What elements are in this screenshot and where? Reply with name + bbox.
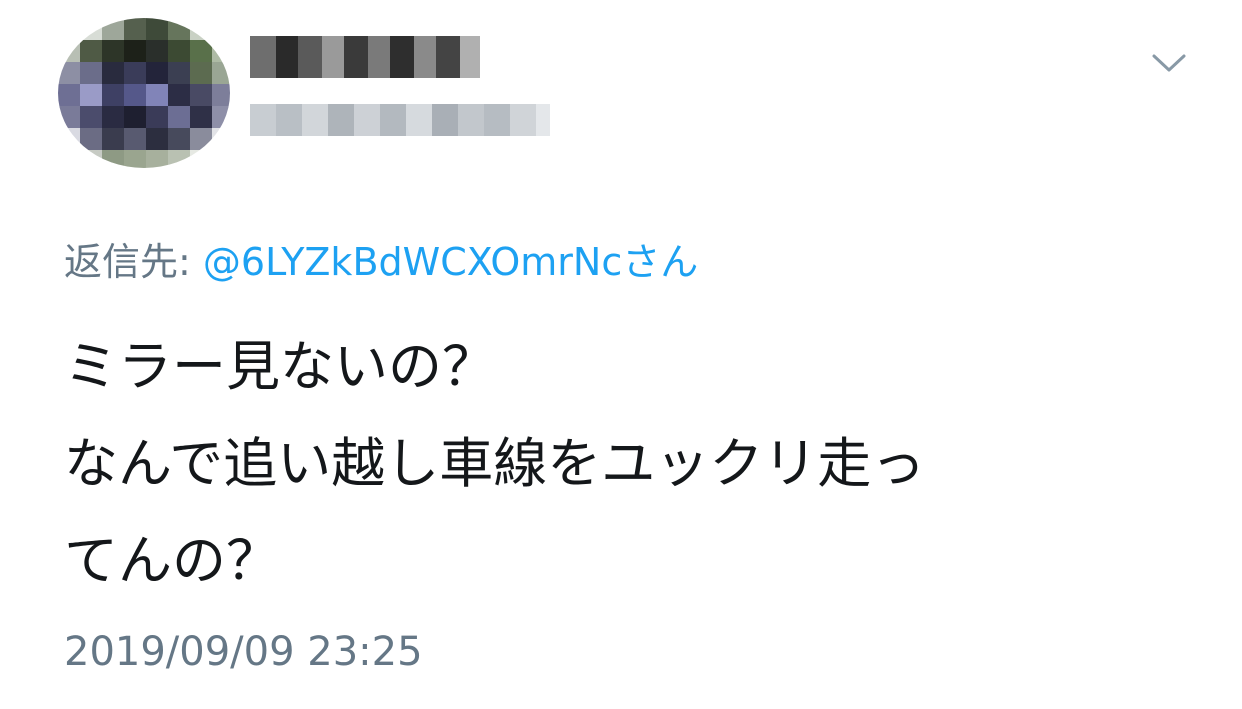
- reply-to-label: 返信先:: [64, 240, 203, 284]
- reply-to-link[interactable]: @6LYZkBdWCXOmrNcさん: [203, 240, 698, 284]
- tweet-timestamp[interactable]: 2019/09/09 23:25: [64, 626, 423, 678]
- tweet-text-line: ミラー見ないの？: [64, 335, 496, 398]
- tweet-text-line: てんの？: [64, 529, 280, 592]
- chevron-down-icon[interactable]: [1150, 48, 1188, 78]
- reply-to-line: 返信先: @6LYZkBdWCXOmrNcさん: [64, 238, 698, 286]
- tweet-text-line: なんで追い越し車線をユックリ走っ: [64, 432, 926, 495]
- avatar[interactable]: [58, 18, 230, 168]
- tweet-text: ミラー見ないの？ なんで追い越し車線をユックリ走っ てんの？: [64, 318, 1184, 609]
